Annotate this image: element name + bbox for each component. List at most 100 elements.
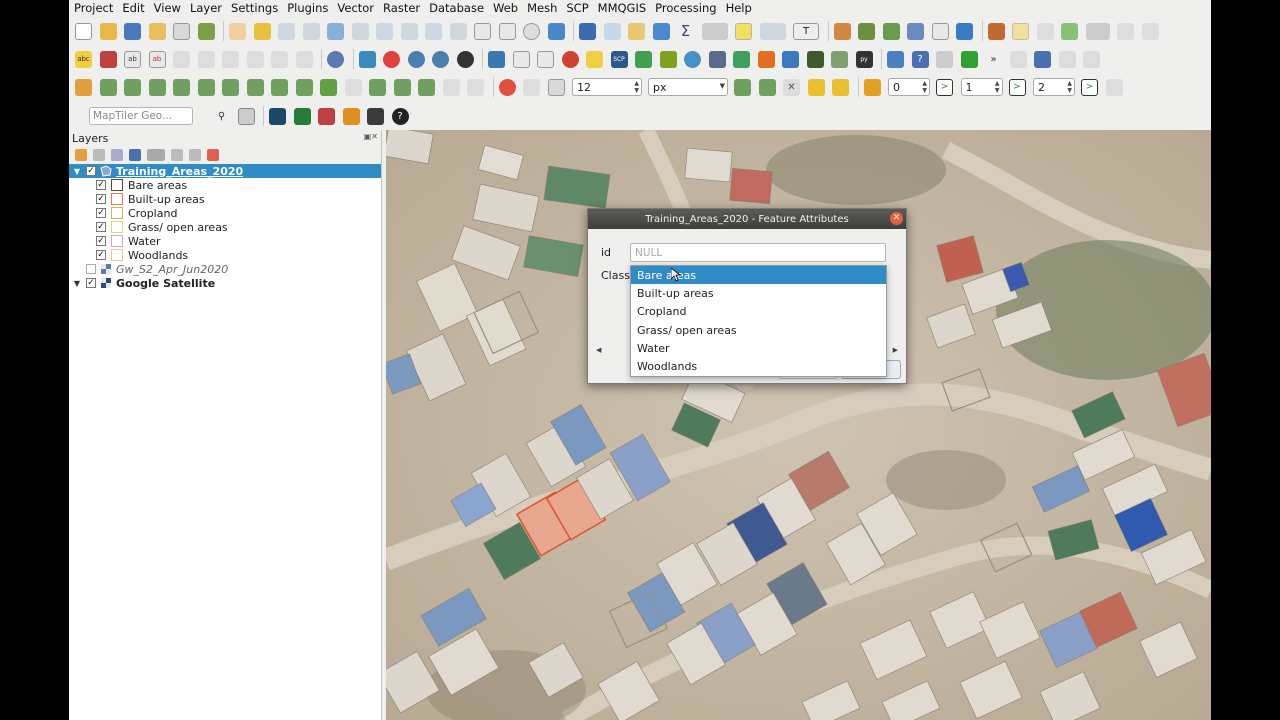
tracing-offset-icon[interactable] <box>832 78 849 96</box>
scp-tool-icon[interactable] <box>293 107 311 125</box>
vector-tool-icon[interactable] <box>1009 50 1027 68</box>
spin-arrows-icon[interactable]: ▲ ▼ <box>922 80 927 94</box>
add-polygon-icon[interactable] <box>1061 22 1078 40</box>
layer-row-google-satellite[interactable]: ▼ ✓ Google Satellite <box>69 276 381 290</box>
layer-visibility-checkbox[interactable] <box>86 264 96 274</box>
class-dropdown-list[interactable]: Bare areas Built-up areas Cropland Grass… <box>630 265 887 377</box>
expand-all-icon[interactable] <box>171 149 183 161</box>
refresh-icon[interactable] <box>547 22 565 40</box>
plugin-icon[interactable] <box>858 22 875 40</box>
class-visibility-checkbox[interactable]: ✓ <box>96 250 106 260</box>
menu-project[interactable]: Project <box>74 1 113 15</box>
cross-icon[interactable]: ✕ <box>783 78 800 96</box>
globe-icon[interactable] <box>407 50 425 68</box>
spin-arrows-icon[interactable]: ▲ ▼ <box>995 80 1000 94</box>
zoom-to-layer-icon[interactable] <box>376 22 393 40</box>
style-manager-icon[interactable] <box>197 22 215 40</box>
scp-icon[interactable]: SCP <box>610 50 628 68</box>
collapse-triangle-icon[interactable]: ▼ <box>72 279 82 288</box>
menu-settings[interactable]: Settings <box>231 1 278 15</box>
menu-help[interactable]: Help <box>726 1 752 15</box>
scroll-right-icon[interactable]: ▶ <box>893 346 898 354</box>
abc-highlight-icon[interactable]: ab <box>148 50 166 68</box>
label-tool-icon[interactable] <box>271 50 288 68</box>
scp-home-icon[interactable] <box>318 107 335 125</box>
label-tool-icon[interactable] <box>222 50 239 68</box>
digitize-icon[interactable] <box>1117 22 1134 40</box>
plugin-icon[interactable] <box>907 22 924 40</box>
tracing-icon[interactable] <box>807 78 825 96</box>
plugin-icon[interactable] <box>733 50 750 68</box>
class-option-cropland[interactable]: Cropland <box>631 303 886 321</box>
abc-label-icon[interactable]: abc <box>75 50 92 68</box>
menu-view[interactable]: View <box>154 1 181 15</box>
legend-item-grass-open-areas[interactable]: ✓ Grass/ open areas <box>69 220 381 234</box>
class-visibility-checkbox[interactable]: ✓ <box>96 236 106 246</box>
scp-run-icon[interactable] <box>342 107 360 125</box>
snap-units-select[interactable]: px ▼ <box>648 78 728 96</box>
database-icon[interactable] <box>327 50 344 68</box>
go-arrow-icon[interactable]: > <box>1081 78 1098 96</box>
plugin-icon[interactable] <box>936 50 953 68</box>
menu-vector[interactable]: Vector <box>337 1 374 15</box>
locate-icon[interactable] <box>759 22 786 40</box>
geometry-tool-icon[interactable] <box>173 78 190 96</box>
plugin-icon[interactable] <box>863 78 881 96</box>
menu-mmqgis[interactable]: MMQGIS <box>598 1 647 15</box>
collapse-triangle-icon[interactable]: ▼ <box>72 167 82 176</box>
temporal-clock-icon[interactable] <box>523 22 540 40</box>
snapping-magnet-icon[interactable] <box>498 78 516 96</box>
globe-search-icon[interactable] <box>432 50 449 68</box>
legend-item-water[interactable]: ✓ Water <box>69 234 381 248</box>
attribute-table-icon[interactable] <box>603 22 621 40</box>
overflow-chevron-icon[interactable]: » <box>985 51 1002 68</box>
geometry-tool-icon[interactable] <box>295 78 313 96</box>
plugin-icon[interactable] <box>1105 78 1123 96</box>
map-tips-icon[interactable] <box>735 22 752 40</box>
vertex-tool-icon[interactable] <box>1085 22 1110 40</box>
legend-item-bare-areas[interactable]: ✓ Bare areas <box>69 178 381 192</box>
menu-web[interactable]: Web <box>493 1 518 15</box>
geometry-tool-icon[interactable] <box>393 78 411 96</box>
plugin-icon[interactable] <box>833 22 851 40</box>
spin-arrows-icon[interactable]: ▲ ▼ <box>634 80 639 94</box>
class-option-grass-open-areas[interactable]: Grass/ open areas <box>631 321 886 339</box>
measure-ruler-icon[interactable] <box>701 22 728 40</box>
abc-pin-icon[interactable]: ab <box>124 50 141 68</box>
plugin-icon[interactable] <box>708 50 726 68</box>
menu-processing[interactable]: Processing <box>655 1 716 15</box>
plugin-icon[interactable] <box>659 50 677 68</box>
geometry-tool-icon[interactable] <box>467 78 484 96</box>
snap-tolerance-spinbox[interactable]: 12 ▲ ▼ <box>572 78 642 96</box>
go-arrow-icon[interactable]: > <box>1008 78 1026 96</box>
class-option-woodlands[interactable]: Woodlands <box>631 357 886 375</box>
text-annotation-icon[interactable]: T <box>793 22 819 40</box>
vector-tool-icon[interactable] <box>1034 50 1051 68</box>
toggle-editing-icon[interactable] <box>1012 22 1029 40</box>
geometry-tool-icon[interactable] <box>197 78 215 96</box>
geometry-tool-icon[interactable] <box>246 78 264 96</box>
layout-manager-icon[interactable] <box>173 22 190 40</box>
filter-legend-icon[interactable] <box>129 149 141 161</box>
class-option-bare-areas[interactable]: Bare areas <box>631 266 886 285</box>
python-console-icon[interactable]: py <box>855 50 873 68</box>
menu-mesh[interactable]: Mesh <box>527 1 557 15</box>
plugin-icon[interactable] <box>960 50 978 68</box>
snapping-type-icon[interactable] <box>547 78 565 96</box>
menu-plugins[interactable]: Plugins <box>287 1 328 15</box>
zoom-native-icon[interactable] <box>400 22 418 40</box>
plugin-icon[interactable] <box>586 50 603 68</box>
geometry-tool-icon[interactable] <box>271 78 288 96</box>
class-visibility-checkbox[interactable]: ✓ <box>96 180 106 190</box>
vector-tool-icon[interactable] <box>1083 50 1100 68</box>
open-styling-icon[interactable] <box>75 149 87 161</box>
geometry-tool-icon[interactable] <box>124 78 141 96</box>
zoom-to-selection-icon[interactable] <box>351 22 369 40</box>
plugin-icon[interactable] <box>806 50 824 68</box>
legend-item-built-up-areas[interactable]: ✓ Built-up areas <box>69 192 381 206</box>
geometry-tool-icon[interactable] <box>75 78 92 96</box>
scroll-left-icon[interactable]: ◀ <box>596 346 601 354</box>
save-edits-icon[interactable] <box>1036 22 1054 40</box>
vector-tool-icon[interactable] <box>1058 50 1076 68</box>
spinbox-1[interactable]: 0 ▲ ▼ <box>888 78 930 96</box>
